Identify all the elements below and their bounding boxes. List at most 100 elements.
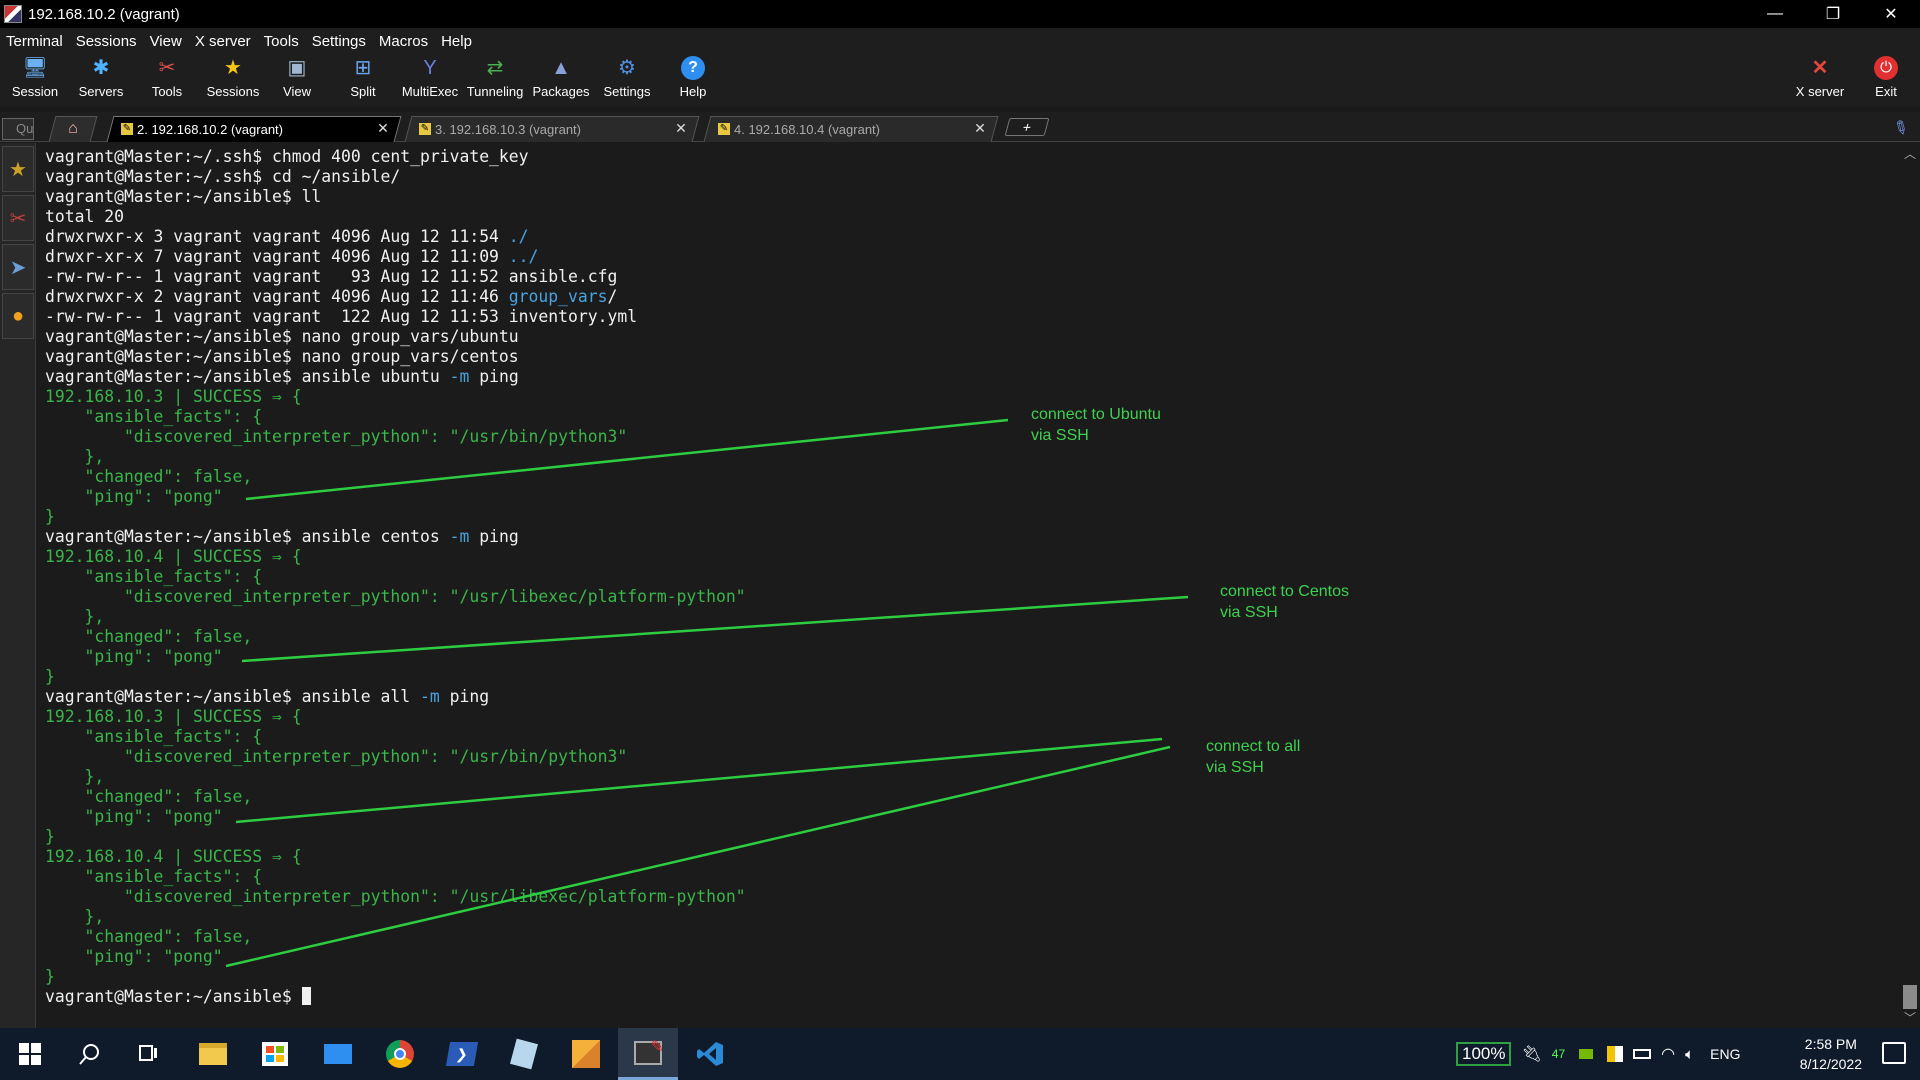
- terminal-line: "ping": "pong": [45, 647, 746, 667]
- tab-label: 2. 192.168.10.2 (vagrant): [137, 121, 283, 137]
- taskbar-notes-app[interactable]: [494, 1028, 554, 1080]
- terminal-output[interactable]: vagrant@Master:~/.ssh$ chmod 400 cent_pr…: [40, 145, 1900, 1027]
- multiexec-button[interactable]: Y MultiExec: [397, 56, 463, 106]
- menu-tools[interactable]: Tools: [258, 33, 306, 50]
- wifi-icon[interactable]: ◠: [1661, 1044, 1675, 1064]
- tab-session-3[interactable]: ✎ 3. 192.168.10.3 (vagrant) ✕: [404, 116, 700, 142]
- new-tab-button[interactable]: +: [1004, 118, 1050, 136]
- tab-close-icon[interactable]: ✕: [377, 120, 389, 137]
- exit-button[interactable]: ⏻ Exit: [1853, 56, 1919, 106]
- paperclip-icon[interactable]: ✎: [1889, 116, 1912, 142]
- packages-button[interactable]: ▲ Packages: [528, 56, 594, 106]
- quick-connect-input[interactable]: Qu: [2, 118, 34, 140]
- taskbar-powershell[interactable]: ❯: [432, 1028, 492, 1080]
- taskbar-mobaxterm[interactable]: ✎: [618, 1028, 678, 1080]
- terminal-text: "changed": false,: [45, 627, 253, 646]
- store-icon: [262, 1042, 288, 1066]
- terminal-line: vagrant@Master:~/ansible$ ansible ubuntu…: [45, 367, 746, 387]
- tab-session-2[interactable]: ✎ 2. 192.168.10.2 (vagrant) ✕: [106, 116, 402, 142]
- search-button[interactable]: [60, 1028, 120, 1080]
- tab-session-4[interactable]: ✎ 4. 192.168.10.4 (vagrant) ✕: [703, 116, 999, 142]
- servers-icon: ✱: [92, 57, 110, 79]
- taskbar-vscode[interactable]: [680, 1028, 740, 1080]
- annotation-centos: connect to Centos via SSH: [1220, 583, 1349, 621]
- menu-terminal[interactable]: Terminal: [0, 33, 70, 50]
- terminal-text: "discovered_interpreter_python": "/usr/l…: [45, 887, 746, 906]
- tab-close-icon[interactable]: ✕: [974, 120, 986, 137]
- toolbar-label: Settings: [603, 84, 651, 99]
- scroll-up-icon[interactable]: ︿: [1900, 145, 1920, 163]
- menu-sessions[interactable]: Sessions: [70, 33, 144, 50]
- session-button[interactable]: 🖥 Session: [2, 56, 68, 106]
- notification-center-icon[interactable]: [1882, 1042, 1906, 1064]
- terminal-cursor: [301, 987, 311, 1005]
- terminal-text: -m: [419, 687, 440, 706]
- menu-settings[interactable]: Settings: [306, 33, 373, 50]
- menu-x-server[interactable]: X server: [189, 33, 258, 50]
- mobaxterm-logo-icon: [4, 5, 22, 23]
- terminal-text: "discovered_interpreter_python": "/usr/b…: [45, 747, 628, 766]
- menu-macros[interactable]: Macros: [373, 33, 435, 50]
- tab-close-icon[interactable]: ✕: [675, 120, 687, 137]
- help-icon: ?: [681, 56, 705, 80]
- search-icon: [79, 1044, 99, 1065]
- language-indicator[interactable]: ENG: [1710, 1046, 1740, 1062]
- help-button[interactable]: ? Help: [660, 56, 726, 106]
- menu-help[interactable]: Help: [435, 33, 479, 50]
- taskbar-mail[interactable]: [308, 1028, 368, 1080]
- battery-percentage[interactable]: 100%: [1456, 1042, 1512, 1066]
- terminal-line: vagrant@Master:~/ansible$: [45, 987, 746, 1007]
- xserver-button[interactable]: ✕ X server: [1787, 56, 1853, 106]
- terminal-text: ./: [508, 227, 529, 246]
- battery-icon[interactable]: [1633, 1049, 1652, 1059]
- taskbar-app-tools[interactable]: [556, 1028, 616, 1080]
- tools-button[interactable]: ✂ Tools: [134, 56, 200, 106]
- macros-icon[interactable]: ●: [2, 293, 34, 339]
- restore-button[interactable]: ❐: [1804, 0, 1862, 28]
- packages-icon: ▲: [551, 57, 571, 79]
- terminal-text: }: [45, 507, 55, 526]
- home-icon: ⌂: [68, 120, 78, 137]
- tray-badge[interactable]: 47: [1552, 1047, 1565, 1061]
- terminal-line: "ansible_facts": {: [45, 867, 746, 887]
- terminal-text: -rw-rw-r-- 1 vagrant vagrant 93 Aug 12 1…: [45, 267, 618, 286]
- servers-button[interactable]: ✱ Servers: [68, 56, 134, 106]
- close-button[interactable]: ✕: [1862, 0, 1920, 28]
- split-button[interactable]: ⊞ Split: [330, 56, 396, 106]
- scroll-down-icon[interactable]: ﹀: [1900, 1009, 1920, 1027]
- taskbar-clock[interactable]: 2:58 PM 8/12/2022: [1800, 1034, 1862, 1074]
- tunneling-button[interactable]: ⇄ Tunneling: [462, 56, 528, 106]
- terminal-text: drwxr-xr-x 7 vagrant vagrant 4096 Aug 12…: [45, 247, 509, 266]
- volume-icon[interactable]: 🔈︎: [1685, 1046, 1694, 1063]
- task-view-button[interactable]: [118, 1028, 178, 1080]
- sessions-button[interactable]: ★ Sessions: [200, 56, 266, 106]
- terminal-text: "ping": "pong": [45, 647, 223, 666]
- toolbar-label: Sessions: [206, 84, 260, 99]
- taskbar-file-explorer[interactable]: [183, 1028, 243, 1080]
- scrollbar-thumb[interactable]: [1903, 985, 1917, 1009]
- nvidia-icon[interactable]: [1579, 1049, 1594, 1059]
- terminal-scrollbar[interactable]: ︿ ﹀: [1900, 143, 1920, 1028]
- terminal-text: ping: [469, 527, 519, 546]
- send-icon[interactable]: ➤: [2, 244, 34, 290]
- toolbar-label: View: [283, 84, 311, 99]
- tools-icon[interactable]: ✂: [2, 195, 34, 241]
- power-plug-icon[interactable]: 🔌︎: [1521, 1044, 1541, 1064]
- view-button[interactable]: ▣ View: [264, 56, 330, 106]
- taskbar-store[interactable]: [245, 1028, 305, 1080]
- settings-button[interactable]: ⚙ Settings: [594, 56, 660, 106]
- taskbar-chrome[interactable]: [370, 1028, 430, 1080]
- xserver-label: X server: [1795, 84, 1845, 99]
- window-title: 192.168.10.2 (vagrant): [28, 5, 180, 23]
- tab-bar: Qu ⌂ ✎ 2. 192.168.10.2 (vagrant) ✕ ✎ 3. 19…: [0, 112, 1920, 142]
- side-panel: ★ ✂ ➤ ●: [0, 143, 36, 1028]
- security-shield-icon[interactable]: [1607, 1046, 1624, 1062]
- terminal-text: -m: [449, 367, 470, 386]
- terminal-text: /: [607, 287, 618, 306]
- menu-view[interactable]: View: [144, 33, 189, 50]
- home-tab[interactable]: ⌂: [48, 116, 98, 142]
- start-button[interactable]: [0, 1028, 60, 1080]
- sessions-star-icon[interactable]: ★: [2, 146, 34, 192]
- minimize-button[interactable]: —: [1746, 0, 1804, 28]
- terminal-tab-icon: ✎: [419, 123, 431, 135]
